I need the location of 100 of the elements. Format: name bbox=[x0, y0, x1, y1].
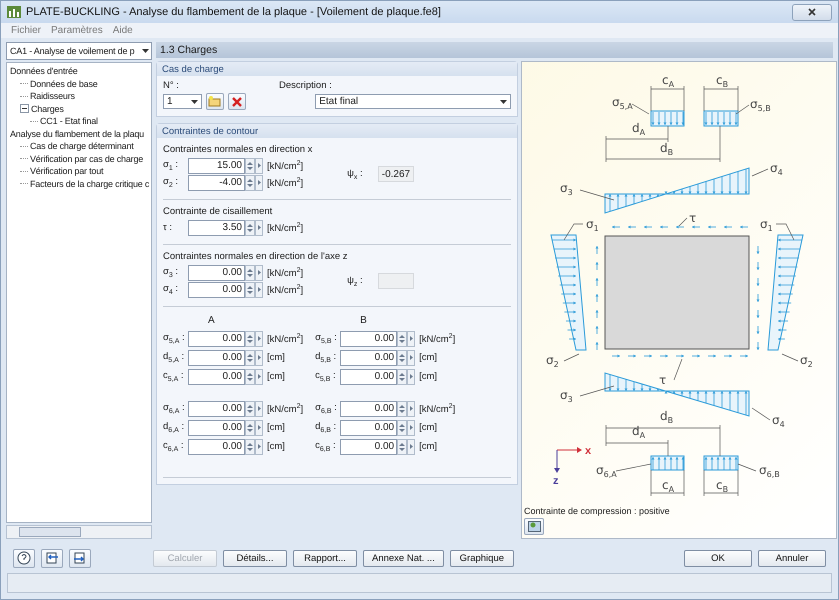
spin-button[interactable] bbox=[245, 330, 255, 346]
diagram-label: σ$_{5,B}$ bbox=[750, 97, 771, 113]
menu-button[interactable] bbox=[255, 264, 263, 280]
action-button[interactable]: Rapport... bbox=[293, 550, 357, 566]
spin-button[interactable] bbox=[245, 350, 255, 366]
tree-item[interactable]: CC1 - Etat final bbox=[40, 116, 98, 126]
export-button[interactable] bbox=[41, 548, 63, 568]
number-field[interactable]: 0.00 bbox=[340, 368, 398, 384]
tree-item[interactable]: Analyse du flambement de la plaqu bbox=[10, 128, 144, 139]
triangle-icon bbox=[258, 270, 260, 275]
spin-button[interactable] bbox=[245, 368, 255, 384]
menu-button[interactable] bbox=[255, 400, 263, 416]
action-button[interactable]: Graphique bbox=[450, 550, 514, 566]
menu-button[interactable] bbox=[255, 220, 263, 236]
spin-button[interactable] bbox=[245, 420, 255, 436]
picture-icon bbox=[528, 521, 540, 532]
group-title: Contraintes normales en direction de l'axe z bbox=[163, 251, 349, 262]
diagram-label: c$_{B}$ bbox=[716, 478, 728, 494]
menu-button[interactable] bbox=[255, 282, 263, 298]
number-field[interactable]: 0.00 bbox=[340, 438, 398, 454]
horizontal-scrollbar[interactable] bbox=[6, 525, 152, 539]
spin-arrows-icon bbox=[247, 334, 253, 344]
number-field[interactable]: 0.00 bbox=[340, 400, 398, 416]
menu-item[interactable]: Fichier bbox=[11, 25, 42, 36]
triangle-icon bbox=[410, 374, 413, 379]
spin-button[interactable] bbox=[245, 400, 255, 416]
field-label: σ$_{1}$ : bbox=[163, 159, 180, 172]
cancel-button[interactable]: Annuler bbox=[758, 550, 826, 566]
spin-button[interactable] bbox=[245, 282, 255, 298]
number-field[interactable]: 0.00 bbox=[188, 282, 245, 298]
menu-button[interactable] bbox=[407, 400, 416, 416]
action-button[interactable]: Annexe Nat. ... bbox=[363, 550, 444, 566]
case-dropdown[interactable]: CA1 - Analyse de voilement de p bbox=[6, 42, 152, 60]
spin-button[interactable] bbox=[245, 174, 255, 190]
spin-button[interactable] bbox=[245, 220, 255, 236]
tree-item[interactable]: Charges bbox=[31, 104, 64, 114]
spin-button[interactable] bbox=[397, 330, 408, 346]
tree-item[interactable]: Vérification par tout bbox=[30, 166, 104, 176]
diagram-label: σ$_{2}$ bbox=[800, 353, 813, 369]
diagram-label: c$_{A}$ bbox=[662, 478, 674, 494]
window-title: PLATE-BUCKLING - Analyse du flambement de la plaque - [Voilement de plaque.fe8] bbox=[26, 6, 442, 18]
close-button[interactable] bbox=[792, 4, 832, 20]
tree-item[interactable]: Vérification par cas de charge bbox=[30, 154, 144, 164]
number-field[interactable]: 0.00 bbox=[188, 350, 245, 366]
tree-item[interactable]: Raidisseurs bbox=[30, 91, 75, 102]
spin-button[interactable] bbox=[245, 438, 255, 454]
help-button[interactable] bbox=[13, 548, 35, 568]
spin-button[interactable] bbox=[397, 420, 408, 436]
tree-item[interactable]: Cas de charge déterminant bbox=[30, 141, 134, 152]
menu-button[interactable] bbox=[407, 368, 416, 384]
menu-button[interactable] bbox=[255, 420, 263, 436]
action-button[interactable]: Détails... bbox=[223, 550, 287, 566]
spin-button[interactable] bbox=[397, 368, 408, 384]
number-dropdown[interactable]: 1 bbox=[163, 94, 202, 109]
import-button[interactable] bbox=[69, 548, 91, 568]
tree-item[interactable]: Facteurs de la charge critique c bbox=[30, 178, 150, 189]
menu-button[interactable] bbox=[407, 350, 416, 366]
menu-button[interactable] bbox=[255, 438, 263, 454]
close-icon bbox=[808, 8, 816, 16]
ok-button[interactable]: OK bbox=[684, 550, 752, 566]
number-field[interactable]: 0.00 bbox=[188, 438, 245, 454]
number-field[interactable]: 0.00 bbox=[188, 264, 245, 280]
number-field[interactable]: 15.00 bbox=[188, 158, 245, 174]
tree-item[interactable]: Données de base bbox=[30, 78, 98, 89]
spin-button[interactable] bbox=[245, 158, 255, 174]
menu-button[interactable] bbox=[407, 330, 416, 346]
number-field[interactable]: 0.00 bbox=[188, 330, 245, 346]
number-field[interactable]: 0.00 bbox=[188, 368, 245, 384]
menu-button[interactable] bbox=[255, 368, 263, 384]
number-field[interactable]: 3.50 bbox=[188, 220, 245, 236]
number-field[interactable]: -4.00 bbox=[188, 174, 245, 190]
dropdown-arrow-icon bbox=[500, 100, 507, 104]
spin-button[interactable] bbox=[397, 350, 408, 366]
delete-button[interactable] bbox=[228, 93, 246, 110]
view-button[interactable] bbox=[524, 518, 544, 535]
number-field[interactable]: 0.00 bbox=[340, 420, 398, 436]
number-field[interactable]: 0.00 bbox=[188, 400, 245, 416]
number-field[interactable]: 0.00 bbox=[340, 350, 398, 366]
menu-button[interactable] bbox=[255, 158, 263, 174]
number-field[interactable]: 0.00 bbox=[340, 330, 398, 346]
menu-item[interactable]: Aide bbox=[112, 25, 133, 36]
menu-button[interactable] bbox=[407, 438, 416, 454]
section-header: 1.3 Charges bbox=[156, 42, 833, 58]
spin-button[interactable] bbox=[397, 400, 408, 416]
menu-button[interactable] bbox=[255, 350, 263, 366]
tree-item[interactable]: Données d'entrée bbox=[10, 66, 78, 76]
ratio-label: ψ$_{z}$ : bbox=[347, 274, 364, 288]
number-field[interactable]: 0.00 bbox=[188, 420, 245, 436]
description-dropdown[interactable]: Etat final bbox=[315, 94, 511, 109]
menu-button[interactable] bbox=[255, 174, 263, 190]
menu-item[interactable]: Paramètres bbox=[51, 25, 103, 36]
new-button[interactable] bbox=[206, 93, 224, 110]
spin-button[interactable] bbox=[245, 264, 255, 280]
menu-button[interactable] bbox=[407, 420, 416, 436]
unit-label: [cm] bbox=[419, 422, 438, 433]
collapse-icon[interactable] bbox=[20, 104, 29, 114]
spin-button[interactable] bbox=[397, 438, 408, 454]
menu-button[interactable] bbox=[255, 330, 263, 346]
ratio-field bbox=[378, 273, 414, 289]
field-label: σ$_{3}$ : bbox=[163, 266, 180, 279]
